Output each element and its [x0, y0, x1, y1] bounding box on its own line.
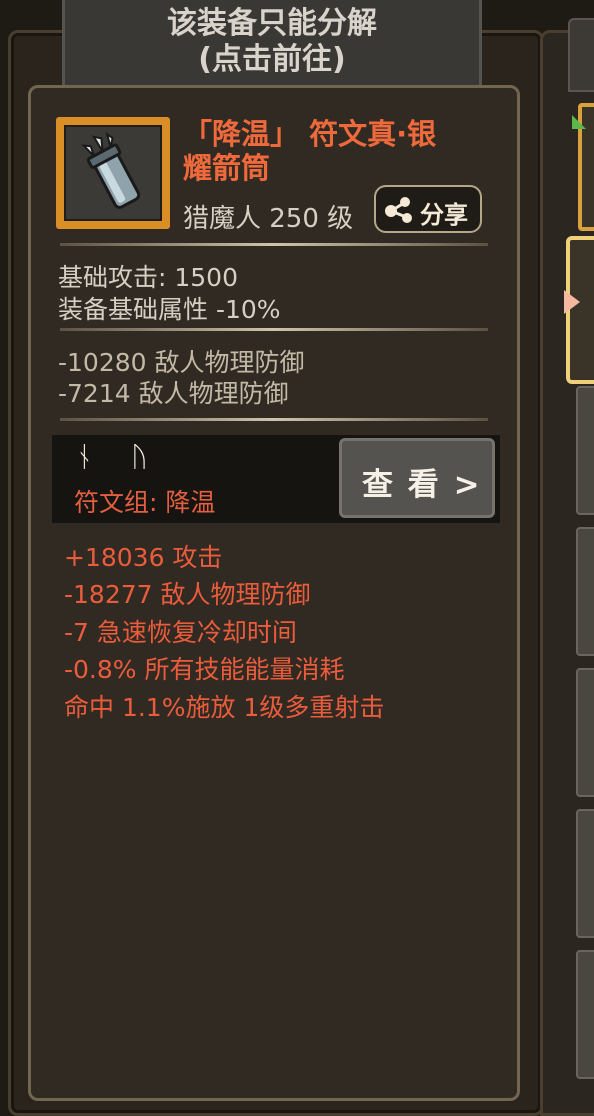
rune-effect: -18277 敌人物理防御 — [64, 580, 311, 609]
view-rune-button[interactable]: 查 看 > — [339, 438, 495, 518]
rune-effect: -7 急速恢复冷却时间 — [64, 618, 297, 647]
item-class-level: 猎魔人 250 级 — [183, 204, 354, 234]
rune-glyph: ᚾ — [76, 440, 93, 473]
equipment-slot-selected[interactable] — [564, 236, 594, 384]
side-tab[interactable] — [568, 18, 594, 92]
base-attribute-stat: 装备基础属性 -10% — [58, 295, 281, 324]
divider — [60, 418, 488, 421]
equipment-slot[interactable] — [576, 668, 594, 797]
equipment-slot[interactable] — [576, 809, 594, 938]
upgrade-arrow-icon — [572, 115, 586, 129]
salvage-notice-text: 该装备只能分解 — [167, 6, 377, 41]
equipment-slot[interactable] — [576, 386, 594, 515]
share-icon — [385, 197, 412, 223]
item-icon-frame[interactable] — [56, 117, 170, 229]
base-attack-stat: 基础攻击: 1500 — [58, 263, 238, 292]
quiver-icon — [81, 131, 141, 209]
rune-glyph: ᚢ — [131, 440, 148, 473]
divider — [60, 328, 488, 331]
item-name-line1: 「降温」 符文真·银 — [183, 117, 437, 151]
equipment-slot-upgradable[interactable] — [572, 103, 594, 231]
equipment-slot[interactable] — [576, 527, 594, 656]
share-button[interactable]: 分享 — [374, 185, 482, 233]
equipment-slot[interactable] — [576, 950, 594, 1079]
rune-group-label: 符文组: 降温 — [74, 488, 216, 517]
item-name-line2: 耀箭筒 — [183, 151, 271, 185]
view-rune-label: 查 看 > — [362, 467, 482, 503]
selection-pointer-icon — [564, 290, 580, 314]
salvage-only-banner[interactable]: 该装备只能分解 (点击前往) — [62, 0, 482, 89]
rune-effect: +18036 攻击 — [64, 543, 223, 572]
share-label: 分享 — [420, 201, 468, 229]
item-name: 「降温」 符文真·银 耀箭筒 — [183, 117, 483, 185]
extra-stat: -7214 敌人物理防御 — [58, 379, 289, 408]
salvage-goto-text: (点击前往) — [198, 42, 346, 77]
rune-effect: -0.8% 所有技能能量消耗 — [64, 655, 345, 684]
rune-effect: 命中 1.1%施放 1级多重射击 — [64, 693, 385, 722]
divider — [60, 243, 488, 246]
